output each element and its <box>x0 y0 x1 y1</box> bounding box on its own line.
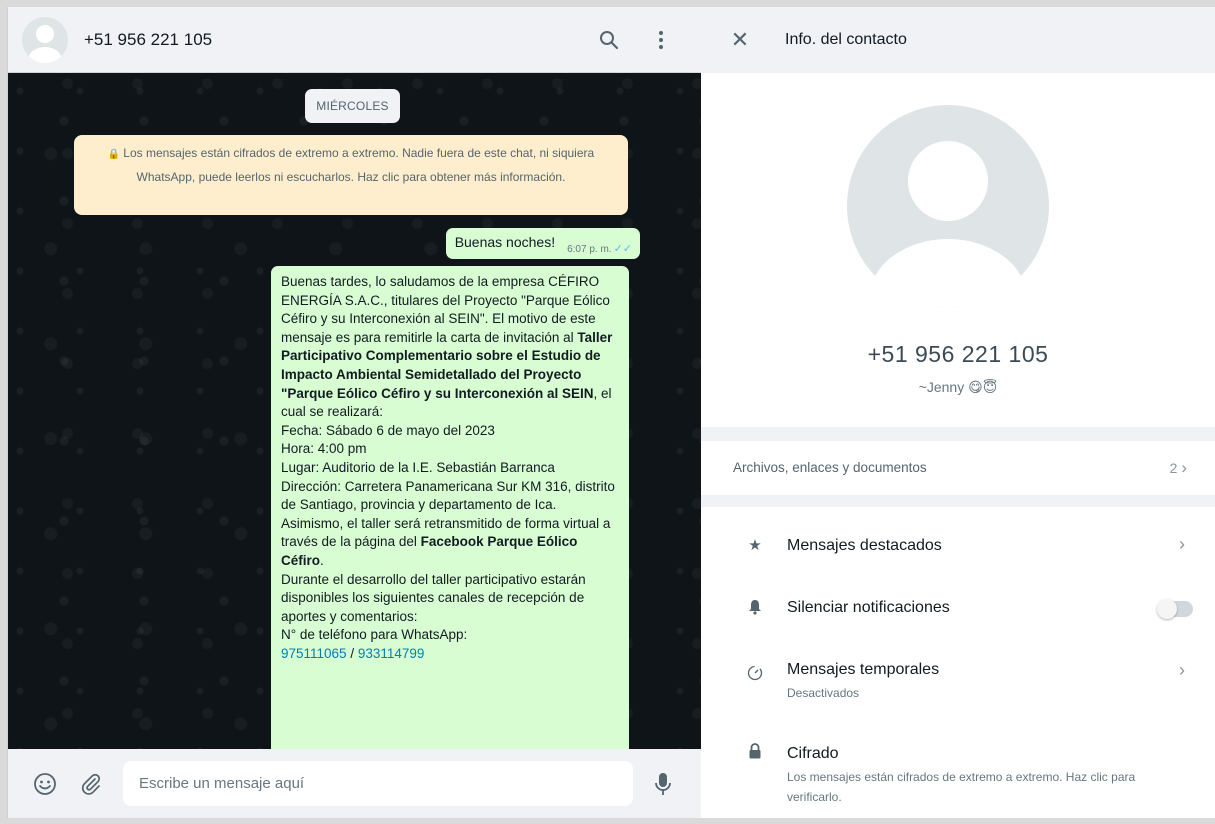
chat-panel: +51 956 221 105 MIÉRCOLES 🔒 Los mensajes … <box>7 7 701 818</box>
message-text: . <box>320 552 324 568</box>
message-text: Buenas noches! <box>454 234 556 250</box>
message-text: N° de teléfono para WhatsApp: <box>281 627 468 643</box>
close-icon[interactable]: ✕ <box>727 27 753 53</box>
message-time: 6:07 p. m. ✓✓ <box>567 243 632 255</box>
message-text: Buenas tardes, lo saludamos de la empres… <box>281 274 610 345</box>
media-links-docs-row[interactable]: Archivos, enlaces y documentos 2 › <box>701 441 1215 495</box>
profile-name: ~Jenny 😋😇 <box>918 379 998 395</box>
action-sublabel: Los mensajes están cifrados de extremo a… <box>787 770 1136 804</box>
profile-section: +51 956 221 105 ~Jenny 😋😇 <box>701 73 1215 427</box>
star-icon: ★ <box>748 537 762 554</box>
disappearing-messages-row[interactable]: Mensajes temporales Desactivados › <box>701 641 1215 711</box>
action-label: Silenciar notificaciones <box>787 599 950 616</box>
timer-icon <box>745 663 765 683</box>
separator: / <box>346 645 358 661</box>
message-text: Hora: 4:00 pm <box>281 441 367 457</box>
contact-actions: ★ Mensajes destacados › Silenciar notifi… <box>701 507 1215 818</box>
media-count: 2 › <box>1169 458 1187 477</box>
message-list[interactable]: MIÉRCOLES 🔒 Los mensajes están cifrados d… <box>8 73 701 766</box>
chat-title[interactable]: +51 956 221 105 <box>84 30 212 50</box>
date-divider: MIÉRCOLES <box>305 89 400 123</box>
action-label: Cifrado <box>787 745 839 762</box>
contact-info-header: ✕ Info. del contacto <box>701 7 1215 73</box>
encryption-notice-text: Los mensajes están cifrados de extremo a… <box>123 146 595 184</box>
bell-icon <box>745 597 765 617</box>
chevron-right-icon: › <box>1179 534 1185 554</box>
attach-icon[interactable] <box>78 771 104 797</box>
read-ticks-icon: ✓✓ <box>613 243 632 255</box>
avatar[interactable] <box>22 17 68 63</box>
chat-header[interactable]: +51 956 221 105 <box>8 7 701 73</box>
composer <box>8 749 701 818</box>
profile-avatar[interactable] <box>847 105 1049 307</box>
message-text: Fecha: Sábado 6 de mayo del 2023 <box>281 422 495 438</box>
action-label: Mensajes destacados <box>787 537 942 554</box>
menu-icon[interactable] <box>648 27 674 53</box>
phone-link[interactable]: 933114799 <box>358 646 425 661</box>
phone-link[interactable]: 975111065 <box>281 646 347 661</box>
message-text: Durante el desarrollo del taller partici… <box>281 571 586 624</box>
encryption-row[interactable]: Cifrado Los mensajes están cifrados de e… <box>701 727 1215 817</box>
chevron-right-icon: › <box>1181 458 1187 477</box>
message-text: Dirección: Carretera Panamericana Sur KM… <box>281 478 615 513</box>
microphone-icon[interactable] <box>650 771 676 797</box>
outgoing-message[interactable]: Buenas noches! 6:07 p. m. ✓✓ <box>445 228 640 259</box>
toggle-knob <box>1157 599 1177 619</box>
emoji-icon[interactable] <box>32 771 58 797</box>
outgoing-message-long[interactable]: Buenas tardes, lo saludamos de la empres… <box>271 266 629 766</box>
message-text: Lugar: Auditorio de la I.E. Sebastián Ba… <box>281 459 555 475</box>
lock-icon: 🔒 <box>107 149 121 160</box>
mute-toggle[interactable] <box>1157 599 1193 619</box>
panel-title: Info. del contacto <box>785 31 907 48</box>
starred-messages-row[interactable]: ★ Mensajes destacados › <box>701 515 1215 575</box>
action-label: Mensajes temporales <box>787 661 940 678</box>
media-label: Archivos, enlaces y documentos <box>733 460 927 475</box>
encryption-notice[interactable]: 🔒 Los mensajes están cifrados de extremo … <box>74 135 628 215</box>
chevron-right-icon: › <box>1179 660 1185 680</box>
message-input[interactable] <box>123 761 633 806</box>
action-sublabel: Desactivados <box>787 686 860 700</box>
search-icon[interactable] <box>596 27 622 53</box>
mute-notifications-row[interactable]: Silenciar notificaciones <box>701 577 1215 637</box>
profile-phone: +51 956 221 105 <box>867 341 1049 367</box>
lock-icon <box>745 741 765 761</box>
contact-info-panel: ✕ Info. del contacto +51 956 221 105 ~Je… <box>701 7 1215 818</box>
